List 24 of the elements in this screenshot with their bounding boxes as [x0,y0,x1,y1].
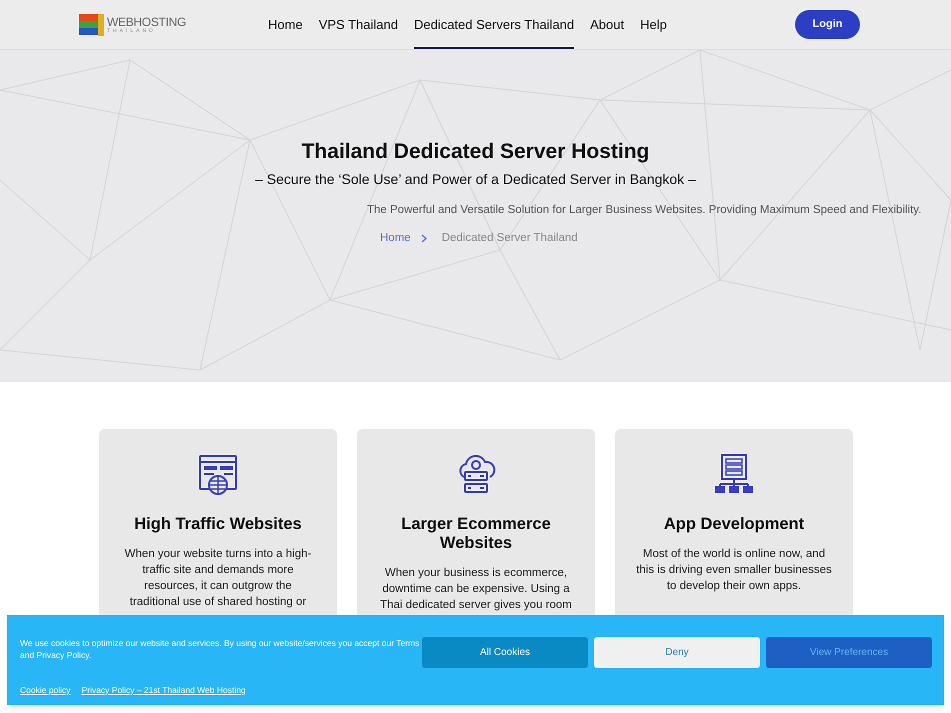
nav-link[interactable]: Help [640,0,667,49]
deny-button[interactable]: Deny [594,637,760,668]
breadcrumb-current: Dedicated Server Thailand [442,231,578,246]
login-button[interactable]: Login [795,10,860,39]
accept-button[interactable]: All Cookies [422,637,588,668]
page-subtitle: – Secure the ‘Sole Use’ and Power of a Dedicated Server in Bangkok – [255,170,696,189]
logo-wordmark: WEBHOSTING [107,16,186,28]
cookie-message: We use cookies to optimize our website and services. By using our website/services you accept our Terms and Privacy Policy. [20,637,420,661]
page-description: The Powerful and Versatile Solution for Larger Business Websites. Providing Maximum Speed and Flexibility. [367,203,922,218]
breadcrumb-link[interactable]: Home [380,230,411,248]
card-text: Most of the world is online now, and this is driving even smaller businesses to develop their own apps. [636,547,832,594]
browser-globe-icon [196,453,240,495]
server-network-icon [712,453,756,495]
card-title: High Traffic Websites [133,515,303,534]
page-title: Thailand Dedicated Server Hosting [302,139,650,165]
card-text: When your business is ecommerce, downtime can be expensive. Using a Thai dedicated server gives you room [380,566,572,613]
card-text: When your website turns into a high- traffic site and demands more resources, it can outgrow the traditional use of shared hosting or [124,547,312,610]
logo-icon [79,14,104,36]
card-title: Larger Ecommerce Websites [400,515,552,553]
nav-link[interactable]: Home [268,0,303,49]
nav-link[interactable]: About [590,0,624,49]
card-title: App Development [662,515,806,534]
chevron-right-icon [420,234,427,244]
nav-link[interactable]: VPS Thailand [318,0,398,49]
